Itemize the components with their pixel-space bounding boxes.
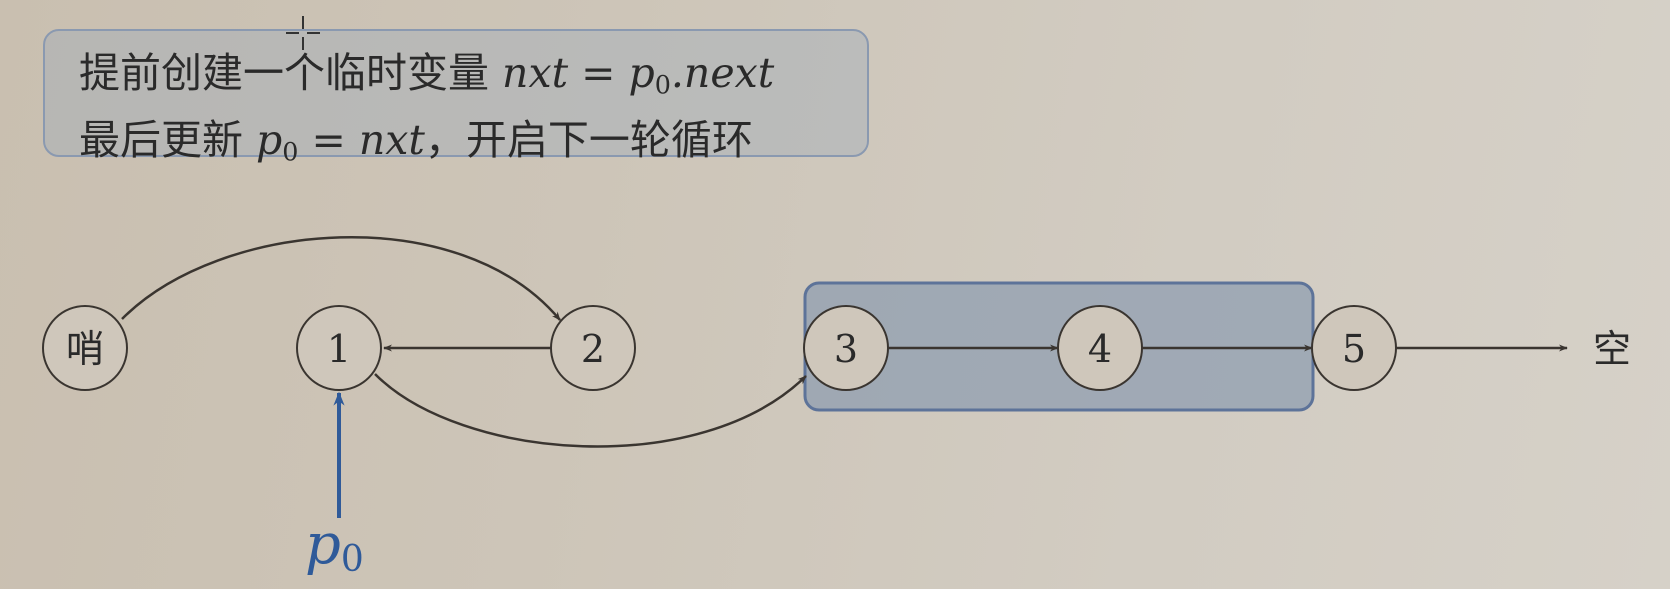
node-sentinel-label: 哨 bbox=[66, 327, 104, 371]
null-label: 空 bbox=[1593, 327, 1631, 371]
node-3-label: 3 bbox=[834, 327, 858, 371]
node-sentinel: 哨 bbox=[42, 305, 128, 391]
crosshair-cursor-icon bbox=[286, 16, 320, 50]
node-3: 3 bbox=[803, 305, 889, 391]
linked-list-diagram: 哨 1 2 3 4 5 空 p0 bbox=[42, 236, 1631, 580]
node-4: 4 bbox=[1057, 305, 1143, 391]
node-1-label: 1 bbox=[327, 327, 351, 371]
node-1: 1 bbox=[296, 305, 382, 391]
pointer-p0-label: p0 bbox=[305, 512, 364, 580]
node-5: 5 bbox=[1311, 305, 1397, 391]
node-2: 2 bbox=[550, 305, 636, 391]
node-4-label: 4 bbox=[1088, 327, 1112, 371]
node-2-label: 2 bbox=[581, 327, 605, 371]
node-5-label: 5 bbox=[1342, 327, 1366, 371]
